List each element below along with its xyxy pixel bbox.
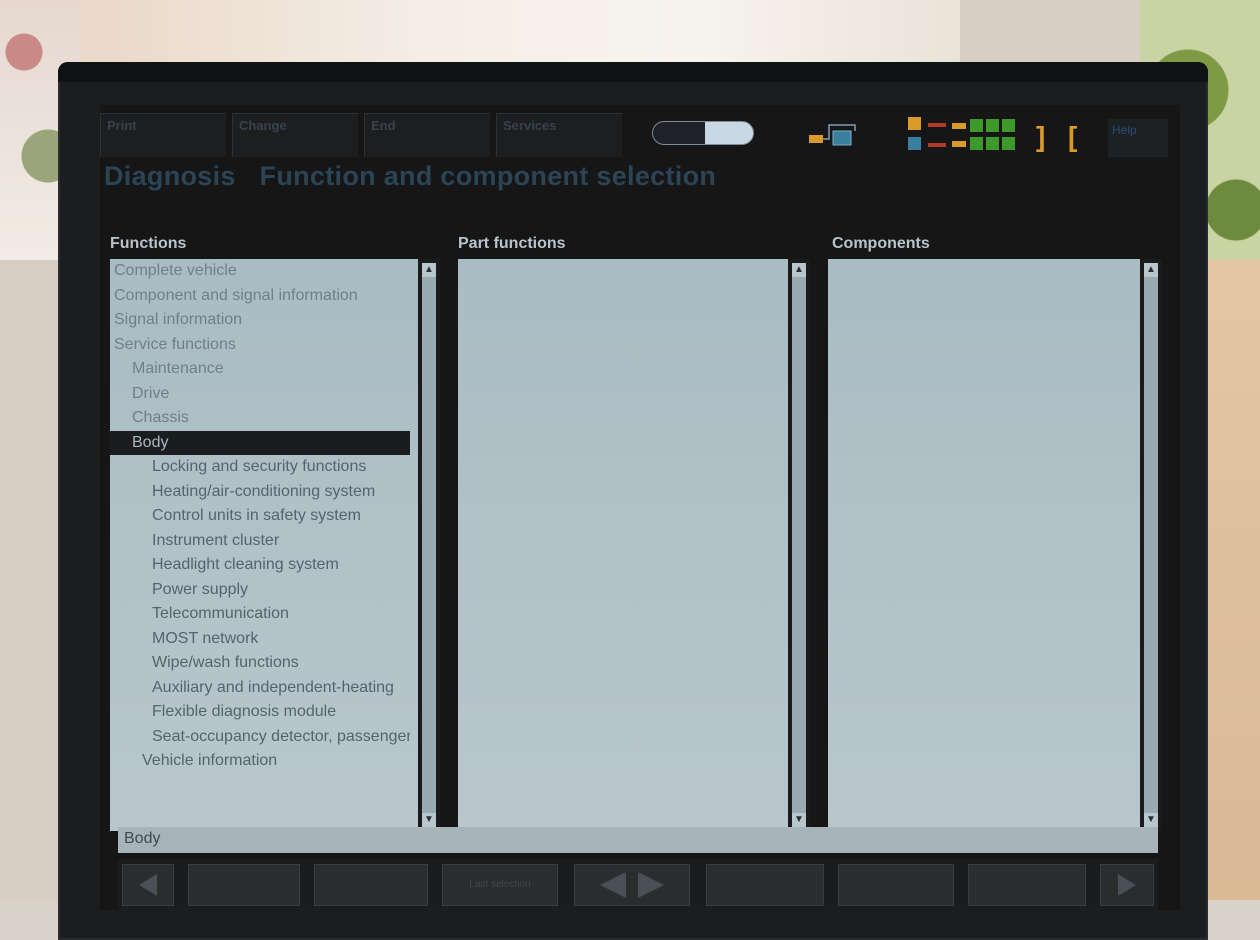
- scroll-down-arrow-icon[interactable]: ▼: [1144, 813, 1158, 827]
- function-key-6[interactable]: [838, 864, 954, 906]
- scroll-up-arrow-icon[interactable]: ▲: [422, 263, 436, 277]
- menu-change[interactable]: Change: [232, 113, 358, 157]
- functions-list: Complete vehicle Component and signal inf…: [110, 259, 410, 774]
- bracket-right-icon: ]: [1036, 121, 1046, 152]
- function-item[interactable]: Control units in safety system: [110, 504, 410, 529]
- bracket-left-icon: [: [1068, 121, 1078, 152]
- function-item[interactable]: Component and signal information: [110, 284, 410, 309]
- menu-services[interactable]: Services: [496, 113, 622, 157]
- functions-heading: Functions: [110, 235, 187, 252]
- led-indicator: [970, 119, 983, 132]
- led-indicator: [952, 141, 966, 147]
- page-nav-button[interactable]: [574, 864, 690, 906]
- part-functions-heading: Part functions: [458, 235, 566, 252]
- scroll-down-arrow-icon[interactable]: ▼: [422, 813, 436, 827]
- led-indicator: [1002, 119, 1015, 132]
- screen-title: Function and component selection: [259, 161, 717, 191]
- forward-button[interactable]: [1100, 864, 1154, 906]
- signal-status-icon: [908, 117, 1028, 161]
- background-sky: [80, 0, 960, 70]
- led-indicator: [952, 123, 966, 129]
- function-item[interactable]: Headlight cleaning system: [110, 553, 410, 578]
- function-item[interactable]: Complete vehicle: [110, 259, 410, 284]
- function-item[interactable]: Wipe/wash functions: [110, 651, 410, 676]
- connection-status-pill: [652, 121, 754, 145]
- components-heading: Components: [832, 235, 930, 252]
- function-item[interactable]: Locking and security functions: [110, 455, 410, 480]
- menu-print[interactable]: Print: [100, 113, 226, 157]
- network-icon: [809, 124, 856, 146]
- section-title: Diagnosis: [104, 161, 236, 191]
- led-indicator: [970, 137, 983, 150]
- function-key-5[interactable]: [706, 864, 824, 906]
- function-item[interactable]: Heating/air-conditioning system: [110, 480, 410, 505]
- components-panel: [828, 259, 1144, 831]
- function-item[interactable]: Vehicle information: [110, 749, 410, 774]
- function-key-1[interactable]: [188, 864, 300, 906]
- function-key-7[interactable]: [968, 864, 1086, 906]
- top-menu-bar: Print Change End Services ] [Help: [100, 105, 1180, 165]
- connection-status-icon: [652, 121, 754, 145]
- arrow-left-icon: [139, 874, 157, 896]
- led-indicator: [928, 143, 946, 147]
- function-item[interactable]: Flexible diagnosis module: [110, 700, 410, 725]
- function-key-2[interactable]: [314, 864, 428, 906]
- status-line: Body: [118, 827, 1158, 853]
- scrollbar-track[interactable]: [1144, 265, 1158, 825]
- scroll-up-arrow-icon[interactable]: ▲: [1144, 263, 1158, 277]
- help-button[interactable]: Help: [1108, 119, 1168, 157]
- function-item[interactable]: Drive: [110, 382, 410, 407]
- diagnosis-screen: Print Change End Services ] [Help Diagn…: [100, 105, 1180, 910]
- last-selection-button[interactable]: Last selection: [442, 864, 558, 906]
- function-item[interactable]: Telecommunication: [110, 602, 410, 627]
- laptop-bezel-top: [58, 62, 1208, 82]
- led-indicator: [928, 123, 946, 127]
- led-indicator: [986, 119, 999, 132]
- scrollbar-track[interactable]: [792, 265, 806, 825]
- function-item[interactable]: Instrument cluster: [110, 529, 410, 554]
- led-indicator: [908, 137, 921, 150]
- page-title: Diagnosis Function and component selecti…: [104, 161, 716, 192]
- arrow-right-icon: [1118, 874, 1136, 896]
- scrollbar-track[interactable]: [422, 265, 436, 825]
- functions-scrollbar[interactable]: ▲ ▼: [418, 259, 440, 831]
- function-item[interactable]: MOST network: [110, 627, 410, 652]
- function-item[interactable]: Power supply: [110, 578, 410, 603]
- function-item[interactable]: Maintenance: [110, 357, 410, 382]
- part-functions-scrollbar[interactable]: ▲ ▼: [788, 259, 810, 831]
- part-functions-panel: [458, 259, 788, 831]
- function-item[interactable]: Chassis: [110, 406, 410, 431]
- menu-end[interactable]: End: [364, 113, 490, 157]
- scroll-down-arrow-icon[interactable]: ▼: [792, 813, 806, 827]
- components-scrollbar[interactable]: ▲ ▼: [1140, 259, 1162, 831]
- back-button[interactable]: [122, 864, 174, 906]
- scroll-up-arrow-icon[interactable]: ▲: [792, 263, 806, 277]
- led-indicator: [1002, 137, 1015, 150]
- function-item[interactable]: Seat-occupancy detector, passenger: [110, 725, 410, 750]
- led-indicator: [908, 117, 921, 130]
- function-item-selected[interactable]: Body: [110, 430, 410, 455]
- function-item[interactable]: Auxiliary and independent-heating: [110, 676, 410, 701]
- left-right-arrows-icon: [600, 872, 664, 898]
- function-item[interactable]: Signal information: [110, 308, 410, 333]
- bottom-button-bar: Last selection: [118, 859, 1158, 910]
- led-indicator: [986, 137, 999, 150]
- function-item[interactable]: Service functions: [110, 333, 410, 358]
